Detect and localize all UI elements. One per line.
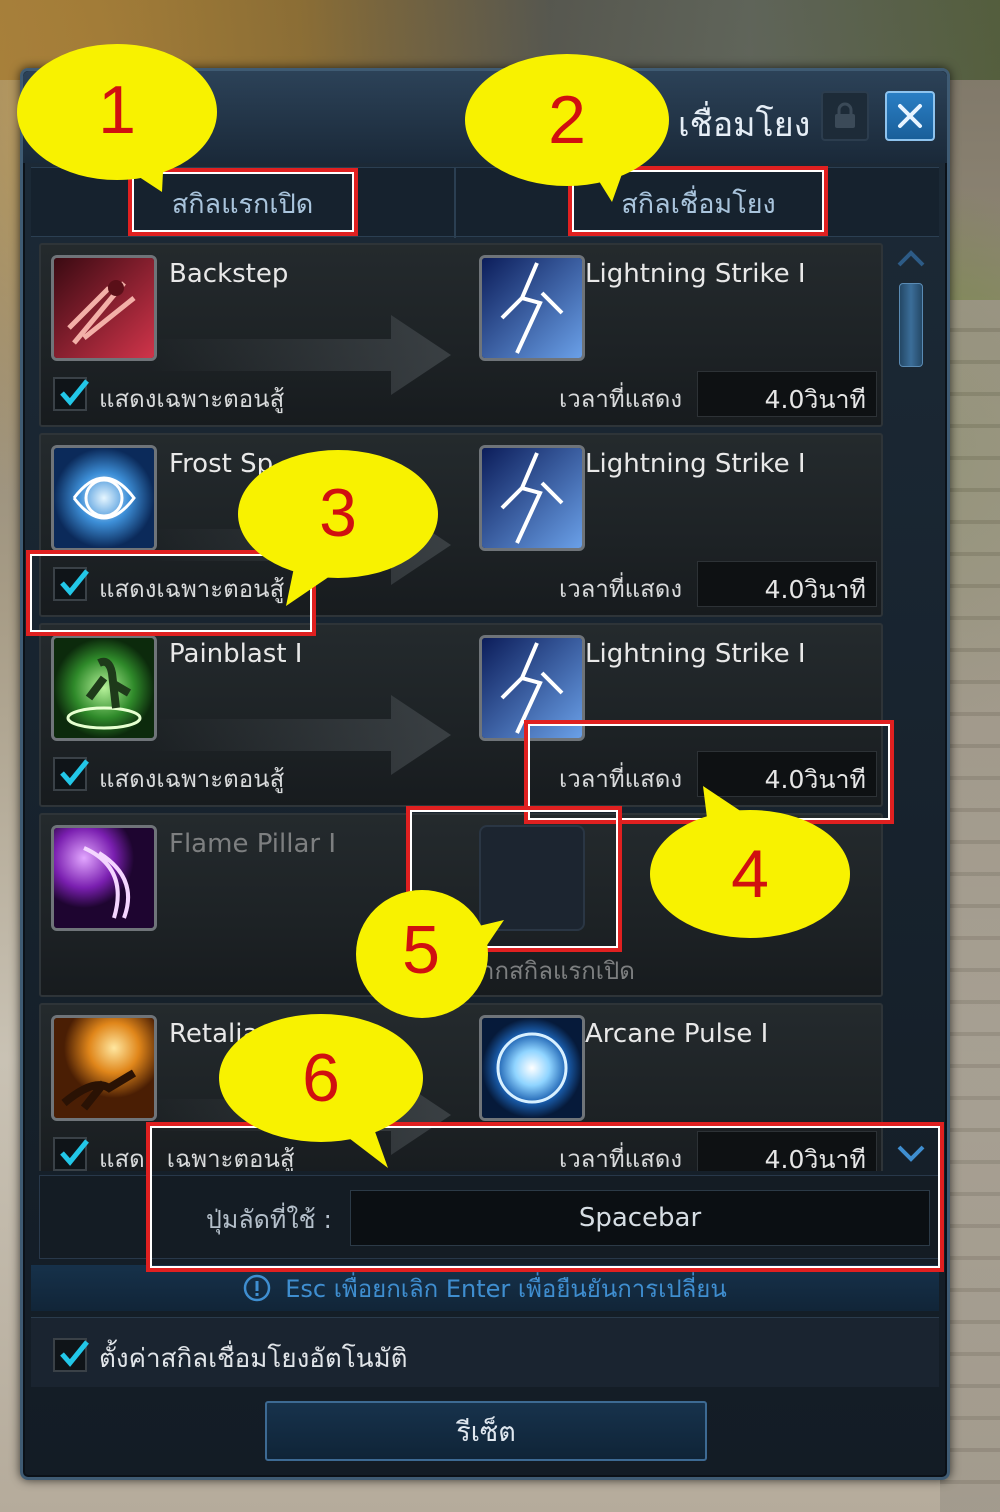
- target-skill-name: Arcane Pulse I: [585, 1019, 769, 1049]
- display-time-value: 4.0วินาที: [764, 385, 866, 414]
- arcane-pulse-icon[interactable]: [479, 1015, 585, 1121]
- source-skill-name: Painblast I: [169, 639, 303, 669]
- reset-button[interactable]: รีเซ็ต: [265, 1401, 707, 1461]
- annotation-bubble-2: 2: [462, 52, 672, 202]
- close-icon: [898, 104, 922, 128]
- combat-only-checkbox[interactable]: [53, 757, 89, 791]
- lock-icon: [835, 102, 855, 128]
- auto-link-checkbox[interactable]: [53, 1338, 89, 1372]
- list-scrollbar[interactable]: [893, 243, 929, 1171]
- target-skill-name: Lightning Strike I: [585, 449, 806, 479]
- skill-link-row: Backstep Lightning Strike I แสดงเฉพาะตอน…: [39, 243, 883, 427]
- display-time-value: 4.0วินาที: [764, 575, 866, 604]
- display-time-field[interactable]: 4.0วินาที: [697, 371, 877, 417]
- display-time-label: เวลาที่แสดง: [559, 385, 683, 413]
- annotation-bubble-3: 3: [236, 448, 440, 606]
- scroll-thumb[interactable]: [899, 283, 923, 367]
- close-button[interactable]: [885, 91, 935, 141]
- combat-only-label: แสดงเฉพาะตอนสู้: [99, 385, 285, 413]
- lightning-strike-icon[interactable]: [479, 255, 585, 361]
- annotation-bubble-1: 1: [14, 42, 220, 192]
- annotation-bubble-5: 5: [352, 880, 504, 1020]
- check-icon: [60, 379, 89, 406]
- combat-only-label-head: แสด: [99, 1145, 145, 1171]
- combat-only-checkbox[interactable]: [53, 1137, 89, 1171]
- display-time-label: เวลาที่แสดง: [559, 575, 683, 603]
- lightning-strike-icon[interactable]: [479, 445, 585, 551]
- check-icon: [60, 1139, 89, 1166]
- display-time-field[interactable]: 4.0วินาที: [697, 561, 877, 607]
- combat-only-label: แสดงเฉพาะตอนสู้: [99, 765, 285, 793]
- scroll-up-icon[interactable]: [893, 243, 929, 273]
- painblast-icon[interactable]: [51, 635, 157, 741]
- source-skill-name: Backstep: [169, 259, 289, 289]
- auto-link-label: ตั้งค่าสกิลเชื่อมโยงอัตโนมัติ: [99, 1344, 408, 1374]
- target-skill-name: Lightning Strike I: [585, 639, 806, 669]
- combat-only-checkbox[interactable]: [53, 377, 89, 411]
- no-link-hint: ากสกิลแรกเปิด: [481, 957, 635, 985]
- auto-link-row: ตั้งค่าสกิลเชื่อมโยงอัตโนมัติ: [31, 1317, 939, 1387]
- check-icon: [60, 759, 89, 786]
- annotation-bubble-4: 4: [648, 786, 852, 940]
- retaliation-icon[interactable]: [51, 1015, 157, 1121]
- flame-pillar-icon[interactable]: [51, 825, 157, 931]
- backstep-icon[interactable]: [51, 255, 157, 361]
- annotation-bubble-6: 6: [218, 1012, 424, 1168]
- window-title: เชื่อมโยง: [678, 105, 811, 145]
- info-icon: [243, 1274, 271, 1302]
- frost-sphere-icon[interactable]: [51, 445, 157, 551]
- check-icon: [60, 1340, 89, 1367]
- target-skill-name: Lightning Strike I: [585, 259, 806, 289]
- lock-button[interactable]: [821, 91, 869, 141]
- info-text: Esc เพื่อยกเลิก Enter เพื่อยืนยันการเปลี…: [285, 1274, 727, 1303]
- skill-link-list: Backstep Lightning Strike I แสดงเฉพาะตอน…: [39, 243, 885, 1171]
- source-skill-name: Flame Pillar I: [169, 829, 337, 859]
